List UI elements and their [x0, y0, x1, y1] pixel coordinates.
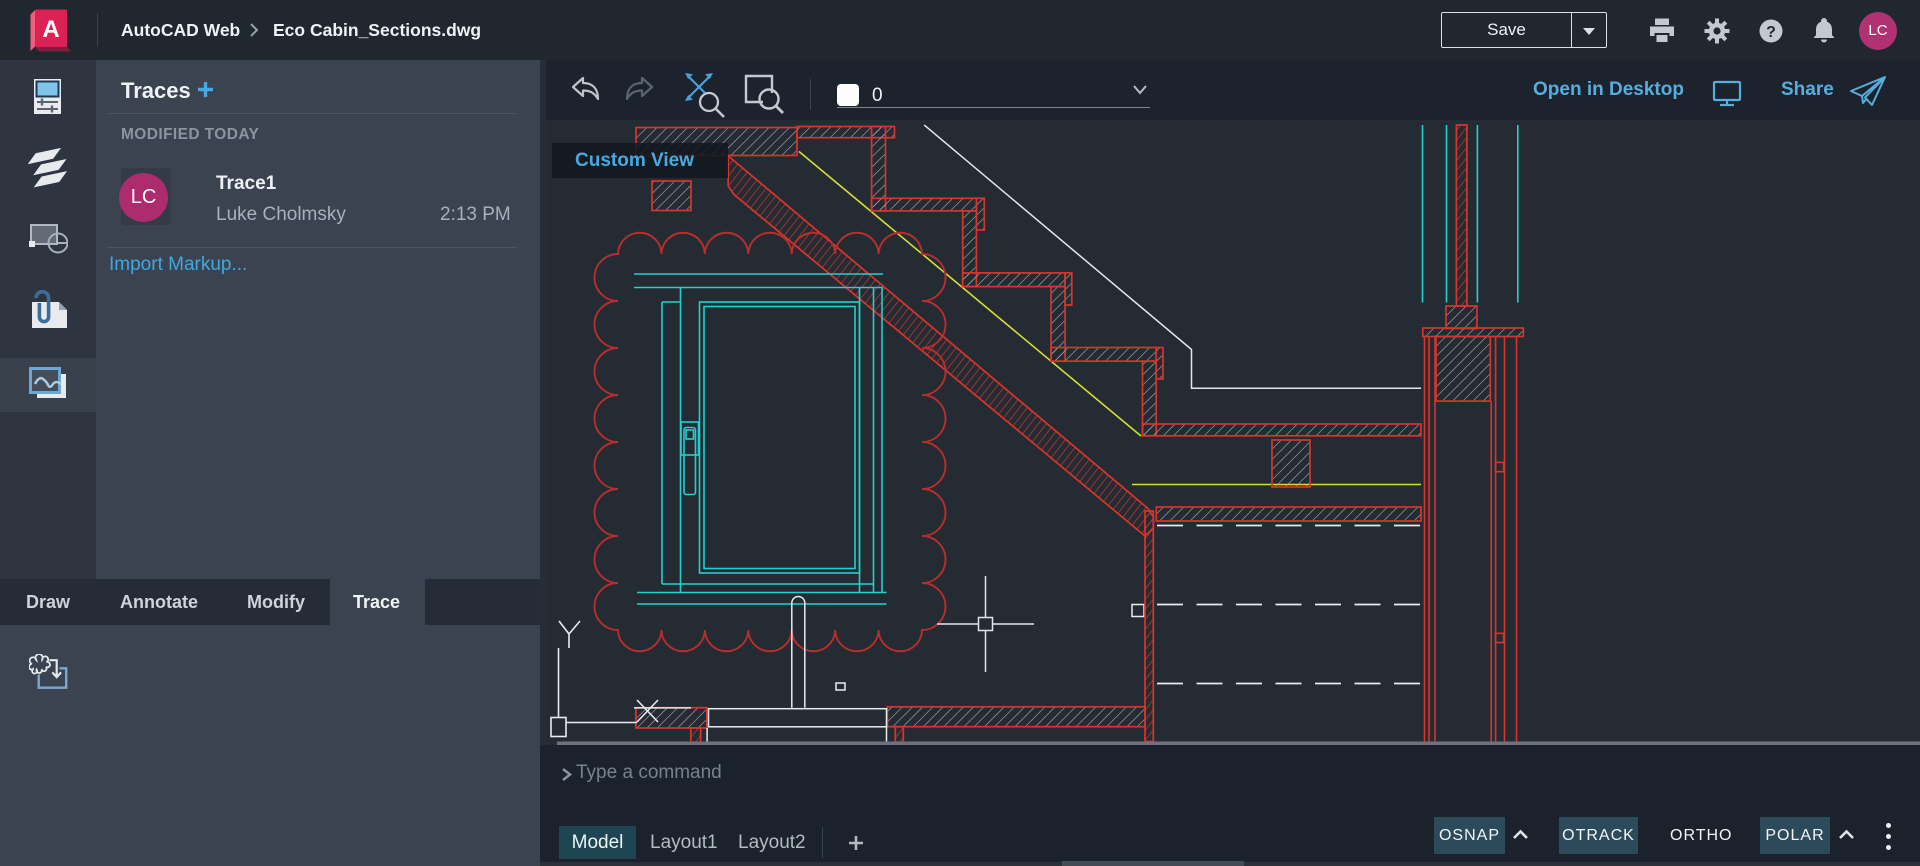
- svg-text:A: A: [42, 16, 59, 43]
- svg-text:?: ?: [1766, 24, 1776, 41]
